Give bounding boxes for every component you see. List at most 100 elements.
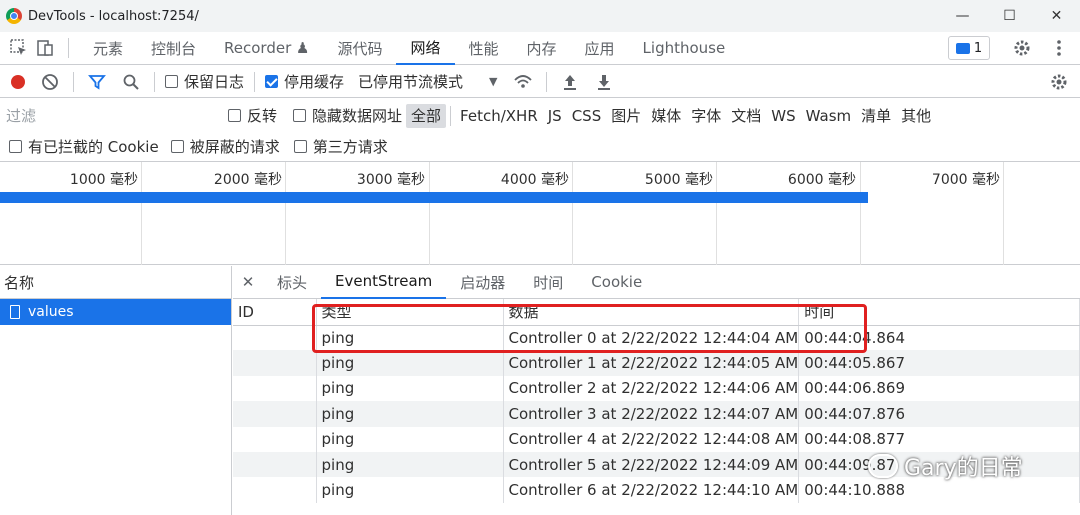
- type-filter-js[interactable]: JS: [543, 104, 567, 128]
- request-timeline-bar: [0, 192, 868, 203]
- import-har-upload-icon[interactable]: [557, 69, 583, 95]
- type-filter-fetch-xhr[interactable]: Fetch/XHR: [455, 104, 543, 128]
- inspect-element-icon[interactable]: [6, 35, 32, 61]
- table-row[interactable]: ping Controller 0 at 2/22/2022 12:44:04 …: [233, 325, 1080, 351]
- throttling-select[interactable]: 已停用节流模式 ▼: [358, 71, 497, 92]
- tab-application[interactable]: 应用: [571, 32, 629, 65]
- column-header-data[interactable]: 数据: [503, 299, 800, 326]
- tab-network[interactable]: 网络: [396, 32, 455, 65]
- clear-icon[interactable]: [37, 69, 63, 95]
- invert-label: 反转: [247, 107, 278, 125]
- export-har-download-icon[interactable]: [591, 69, 617, 95]
- table-row[interactable]: ping Controller 1 at 2/22/2022 12:44:05 …: [233, 350, 1080, 376]
- type-filter-media[interactable]: 媒体: [646, 104, 686, 128]
- type-filter-font[interactable]: 字体: [686, 104, 726, 128]
- cell-data: Controller 0 at 2/22/2022 12:44:04 AM: [503, 325, 800, 351]
- hide-data-urls-checkbox[interactable]: 隐藏数据网址: [293, 105, 402, 126]
- cell-id: [233, 426, 317, 452]
- record-button[interactable]: [11, 74, 25, 89]
- minimize-button[interactable]: —: [939, 0, 986, 32]
- cell-id: [233, 375, 317, 402]
- issues-badge-button[interactable]: 1: [948, 36, 990, 60]
- type-filter-ws[interactable]: WS: [766, 104, 800, 128]
- type-filter-wasm[interactable]: Wasm: [801, 104, 857, 128]
- cell-type: ping: [316, 401, 504, 427]
- tab-elements[interactable]: 元素: [79, 32, 137, 65]
- tab-console[interactable]: 控制台: [137, 32, 210, 65]
- tab-sources[interactable]: 源代码: [323, 32, 396, 65]
- timeline-tick-label: 1000 毫秒: [69, 172, 138, 188]
- maximize-button[interactable]: ☐: [986, 0, 1033, 32]
- network-conditions-wifi-icon[interactable]: [510, 69, 536, 95]
- blocked-requests-label: 被屏蔽的请求: [189, 138, 280, 156]
- preserve-log-label: 保留日志: [184, 73, 245, 91]
- timeline-gridline: [141, 162, 142, 265]
- tab-recorder[interactable]: Recorder ♟: [210, 32, 323, 65]
- device-toolbar-icon[interactable]: [32, 35, 58, 61]
- table-row[interactable]: ping Controller 4 at 2/22/2022 12:44:08 …: [233, 426, 1080, 452]
- cell-data: Controller 5 at 2/22/2022 12:44:09 AM: [503, 451, 800, 478]
- settings-gear-icon[interactable]: [1009, 35, 1035, 61]
- blocked-cookies-checkbox[interactable]: 有已拦截的 Cookie: [9, 136, 159, 157]
- cell-data: Controller 1 at 2/22/2022 12:44:05 AM: [503, 350, 800, 376]
- close-window-button[interactable]: ✕: [1033, 0, 1080, 32]
- toolbar-separator: [73, 71, 74, 92]
- table-row[interactable]: ping Controller 2 at 2/22/2022 12:44:06 …: [233, 375, 1080, 402]
- third-party-checkbox[interactable]: 第三方请求: [293, 136, 388, 157]
- cell-data: Controller 3 at 2/22/2022 12:44:07 AM: [503, 401, 800, 427]
- request-name: values: [28, 304, 74, 320]
- network-settings-gear-icon[interactable]: [1046, 69, 1072, 95]
- filter-funnel-icon[interactable]: [84, 69, 110, 95]
- disable-cache-checkbox[interactable]: 停用缓存: [265, 71, 344, 92]
- cell-type: ping: [316, 477, 504, 503]
- checkbox-box-checked: [265, 75, 279, 88]
- cell-data: Controller 6 at 2/22/2022 12:44:10 AM: [503, 477, 800, 503]
- timeline-gridline: [1003, 162, 1004, 265]
- names-column-header[interactable]: 名称: [0, 266, 231, 299]
- tab-performance[interactable]: 性能: [455, 32, 513, 65]
- tab-headers[interactable]: 标头: [263, 266, 321, 299]
- type-filter-other[interactable]: 其他: [896, 104, 936, 128]
- column-header-id[interactable]: ID: [233, 299, 317, 326]
- blocked-requests-checkbox[interactable]: 被屏蔽的请求: [170, 136, 280, 157]
- timeline-gridline: [572, 162, 573, 265]
- filter-input[interactable]: 过滤: [4, 103, 212, 128]
- network-timeline-overview[interactable]: 1000 毫秒 2000 毫秒 3000 毫秒 4000 毫秒 5000 毫秒 …: [0, 162, 1080, 265]
- type-filter-manifest[interactable]: 清单: [856, 104, 896, 128]
- window-controls: — ☐ ✕: [939, 0, 1080, 32]
- more-options-icon[interactable]: [1046, 35, 1072, 61]
- tab-eventstream[interactable]: EventStream: [321, 266, 447, 299]
- tab-timing[interactable]: 时间: [519, 266, 577, 299]
- table-row[interactable]: ping Controller 3 at 2/22/2022 12:44:07 …: [233, 401, 1080, 427]
- preserve-log-checkbox[interactable]: 保留日志: [165, 71, 244, 92]
- cell-id: [233, 477, 317, 503]
- type-filter-separator: [450, 105, 452, 126]
- dropdown-arrow-icon: ▼: [489, 75, 498, 88]
- hide-data-urls-label: 隐藏数据网址: [312, 107, 403, 125]
- cell-id: [233, 451, 317, 478]
- tab-initiator[interactable]: 启动器: [446, 266, 519, 299]
- request-names-panel: 名称 values: [0, 266, 232, 515]
- watermark-text: Gary的日常: [904, 456, 1023, 481]
- devtools-tabbar: 元素 控制台 Recorder ♟ 源代码 网络 性能 内存 应用 Lighth…: [0, 32, 1080, 65]
- column-header-type[interactable]: 类型: [316, 299, 504, 326]
- column-header-time[interactable]: 时间: [798, 299, 1080, 326]
- type-filter-css[interactable]: CSS: [567, 104, 607, 128]
- tab-lighthouse[interactable]: Lighthouse: [629, 32, 740, 65]
- request-row-selected[interactable]: values: [0, 299, 231, 325]
- search-icon[interactable]: [118, 69, 144, 95]
- tab-memory[interactable]: 内存: [513, 32, 571, 65]
- cell-time: 00:44:04.864: [798, 325, 1080, 351]
- type-filter-all[interactable]: 全部: [406, 103, 447, 128]
- type-filter-doc[interactable]: 文档: [726, 104, 766, 128]
- timeline-tick-label: 5000 毫秒: [644, 172, 713, 188]
- cell-data: Controller 2 at 2/22/2022 12:44:06 AM: [503, 375, 800, 402]
- close-detail-icon[interactable]: ✕: [233, 273, 263, 291]
- tab-cookies[interactable]: Cookie: [577, 266, 656, 299]
- blocked-cookies-label: 有已拦截的 Cookie: [28, 138, 159, 156]
- cell-id: [233, 350, 317, 376]
- invert-checkbox[interactable]: 反转: [228, 105, 277, 126]
- checkbox-box: [228, 109, 241, 122]
- type-filter-img[interactable]: 图片: [606, 104, 646, 128]
- secondary-filter-row: 有已拦截的 Cookie 被屏蔽的请求 第三方请求: [0, 132, 1080, 162]
